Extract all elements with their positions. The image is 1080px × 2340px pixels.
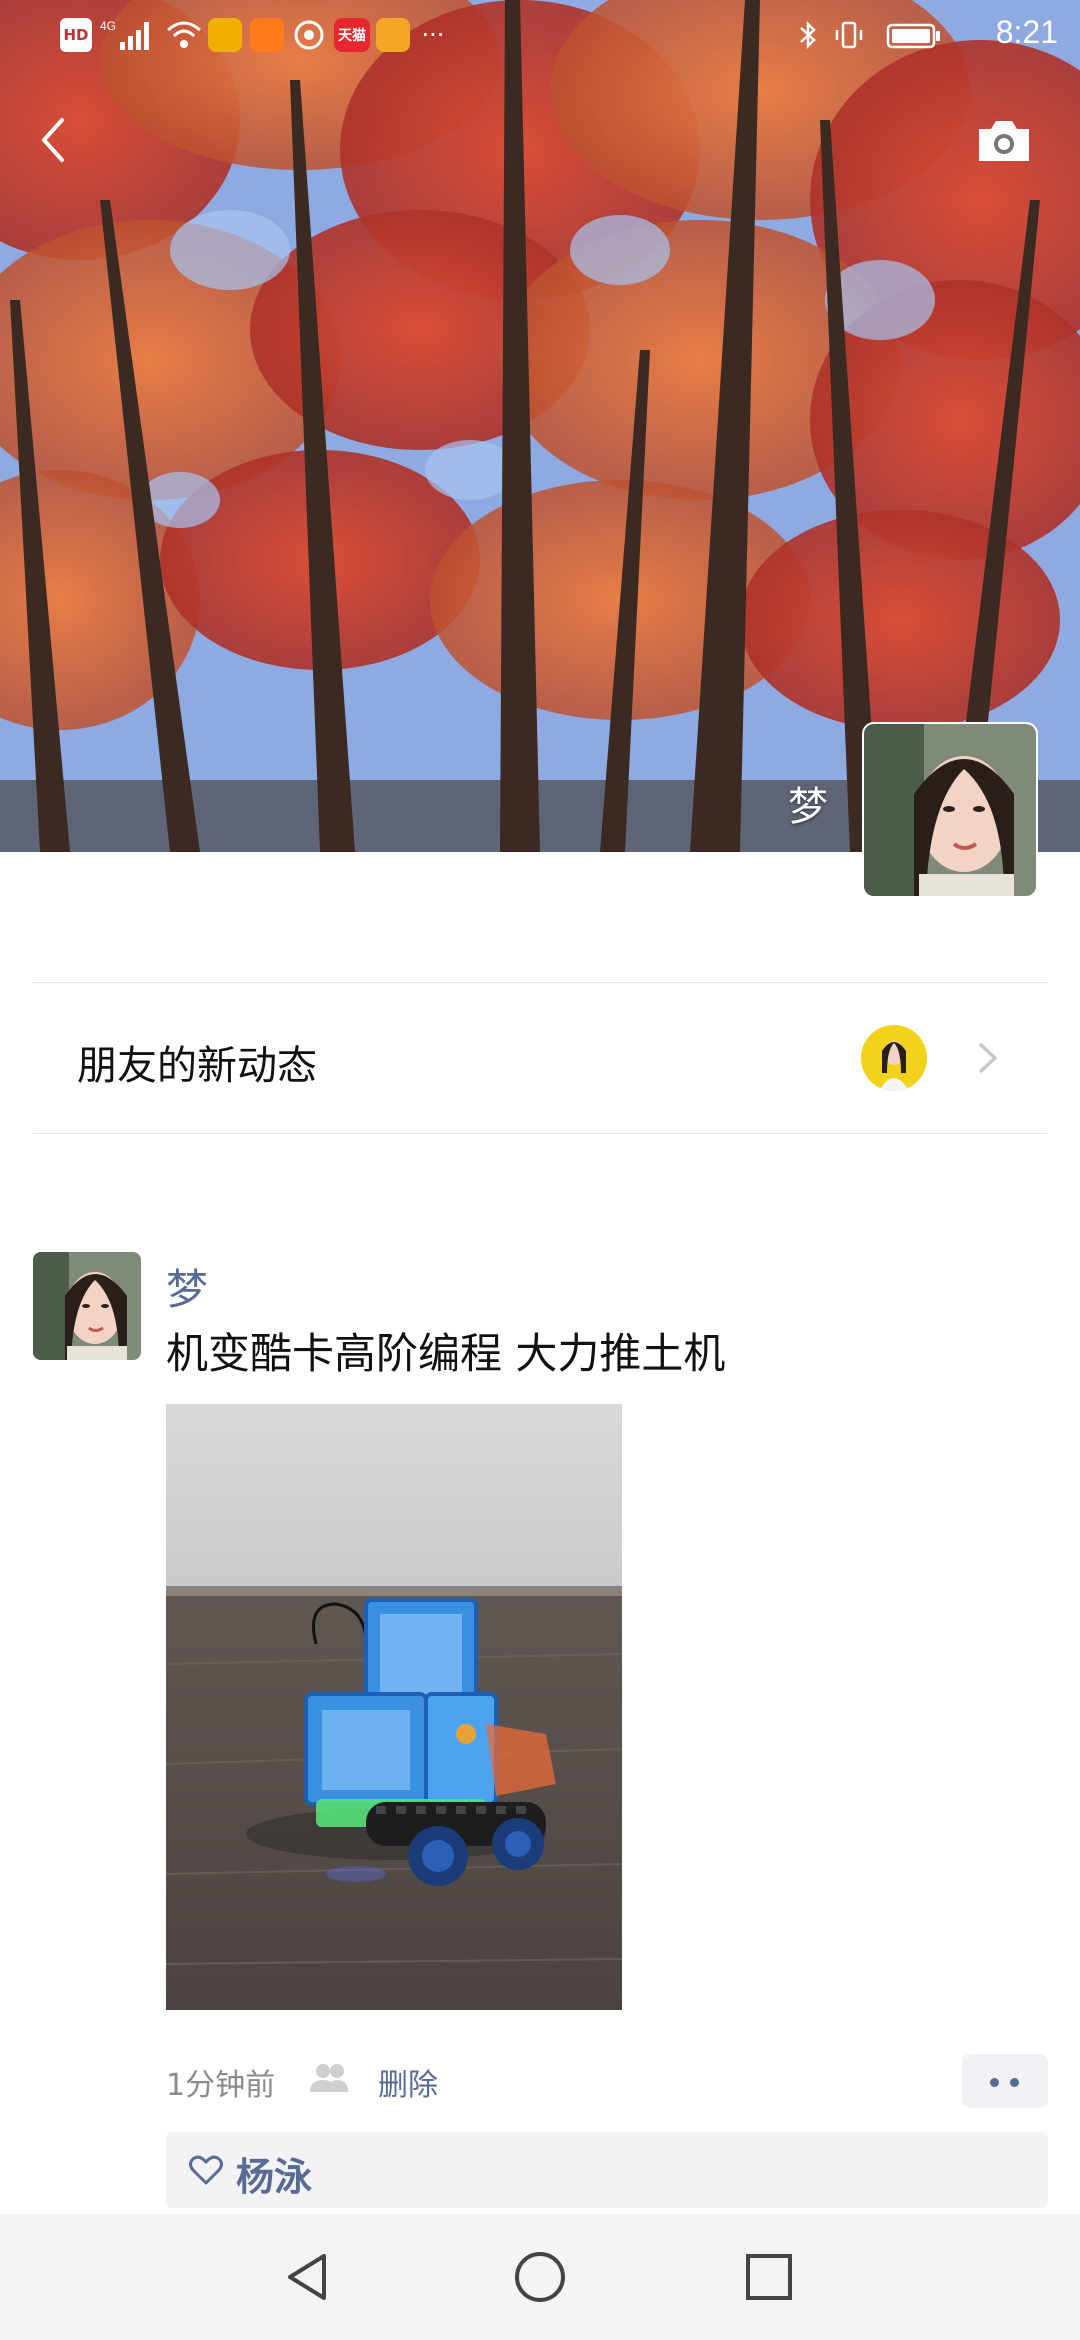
friend-avatar	[861, 1025, 927, 1091]
profile-name: 梦	[788, 784, 828, 830]
friends-updates-label: 朋友的新动态	[77, 1043, 317, 1089]
chevron-right-icon	[979, 1043, 997, 1073]
visibility-friends-icon[interactable]	[306, 2060, 352, 2096]
post-image[interactable]	[166, 1404, 622, 2010]
system-navigation-bar	[0, 2214, 1080, 2340]
post-author-name[interactable]: 梦	[166, 1256, 208, 1317]
signal-4g-icon: 4G	[98, 18, 158, 52]
nav-home-icon[interactable]	[507, 2244, 573, 2310]
likes-box: 杨泳	[166, 2132, 1048, 2208]
dog-app-icon	[376, 18, 410, 52]
chevron-left-icon	[42, 118, 64, 162]
dot-icon	[990, 2078, 999, 2087]
hd-icon: HD	[60, 18, 92, 52]
yellow-app-icon	[208, 18, 242, 52]
liker-name[interactable]: 杨泳	[236, 2146, 312, 2201]
nav-recents-icon[interactable]	[736, 2244, 802, 2310]
orange-app-icon	[250, 18, 284, 52]
friends-updates-row[interactable]: 朋友的新动态	[33, 983, 1047, 1133]
divider	[33, 1133, 1047, 1134]
network-type-label: 4G	[100, 19, 116, 33]
post-text: 机变酷卡高阶编程 大力推土机	[166, 1329, 726, 1378]
post-time: 1分钟前	[166, 2068, 276, 2103]
vibrate-icon	[832, 18, 866, 52]
post-author-avatar[interactable]	[33, 1252, 141, 1360]
battery-icon	[886, 18, 942, 52]
circle-app-icon	[292, 18, 326, 52]
heart-icon	[189, 2155, 223, 2185]
wifi-icon	[164, 18, 204, 52]
profile-avatar[interactable]	[862, 722, 1038, 898]
back-button[interactable]	[30, 110, 80, 170]
more-notifications-icon: ···	[421, 21, 445, 49]
camera-icon	[979, 121, 1029, 161]
camera-button[interactable]	[975, 115, 1033, 165]
avatar-portrait	[864, 724, 1036, 896]
dot-icon	[1010, 2078, 1019, 2087]
delete-link[interactable]: 删除	[378, 2060, 438, 2104]
bluetooth-icon	[796, 18, 820, 52]
nav-back-icon[interactable]	[276, 2244, 342, 2310]
tmall-icon: 天猫	[334, 18, 370, 52]
status-time: 8:21	[995, 14, 1058, 50]
post-meta: 1分钟前 删除	[166, 2056, 1046, 2106]
status-bar: HD 4G 天猫 ··· 8:21	[0, 0, 1080, 72]
robot-bulldozer-photo	[166, 1404, 622, 2010]
comment-like-menu-button[interactable]	[962, 2054, 1048, 2108]
